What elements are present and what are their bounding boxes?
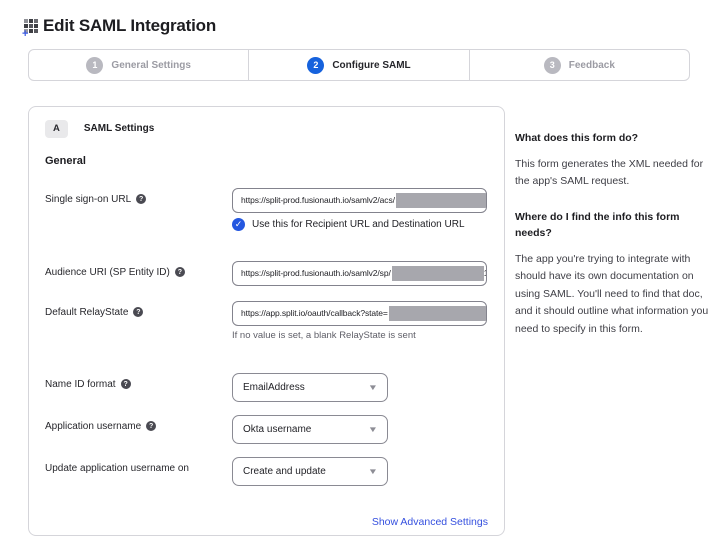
sidebar-question-2: Where do I find the info this form needs… <box>515 210 711 242</box>
app-grid-plus-icon: + <box>24 19 40 35</box>
sso-label-cell: Single sign-on URL ? <box>45 188 232 205</box>
redacted-value <box>392 266 484 281</box>
field-row-appusername: Application username ? Okta username ▼ <box>45 415 488 444</box>
section-badge: A <box>45 120 68 138</box>
audience-uri-value: https://split-prod.fusionauth.io/samlv2/… <box>241 268 391 278</box>
field-row-update-username: Update application username on Create an… <box>45 457 488 486</box>
update-username-control-cell: Create and update ▼ <box>232 457 488 486</box>
appusername-label-cell: Application username ? <box>45 415 232 432</box>
relaystate-label-cell: Default RelayState ? <box>45 301 232 318</box>
tab-general-settings[interactable]: 1 General Settings <box>29 50 248 80</box>
panel-title: SAML Settings <box>84 123 154 134</box>
help-icon[interactable]: ? <box>133 307 143 317</box>
tab-feedback[interactable]: 3 Feedback <box>469 50 689 80</box>
chevron-down-icon: ▼ <box>368 425 378 434</box>
update-username-selected-value: Create and update <box>243 466 326 477</box>
appusername-select[interactable]: Okta username ▼ <box>232 415 388 444</box>
update-username-label-cell: Update application username on <box>45 457 232 474</box>
redacted-value <box>389 306 487 321</box>
plus-glyph: + <box>22 29 28 40</box>
show-advanced-settings-link[interactable]: Show Advanced Settings <box>372 516 488 528</box>
recipient-url-checkbox[interactable]: ✓ <box>232 218 245 231</box>
recipient-url-check-label: Use this for Recipient URL and Destinati… <box>252 219 465 230</box>
saml-settings-panel: A SAML Settings General Single sign-on U… <box>28 106 505 536</box>
tab-configure-saml[interactable]: 2 Configure SAML <box>248 50 468 80</box>
field-row-sso: Single sign-on URL ? https://split-prod.… <box>45 188 488 231</box>
sso-label: Single sign-on URL <box>45 194 131 205</box>
page-title: Edit SAML Integration <box>43 16 216 36</box>
chevron-down-icon: ▼ <box>368 383 378 392</box>
sidebar-question-1: What does this form do? <box>515 131 711 147</box>
relaystate-hint: If no value is set, a blank RelayState i… <box>232 330 488 341</box>
redacted-value <box>396 193 486 208</box>
relaystate-value: https://app.split.io/oauth/callback?stat… <box>241 308 388 318</box>
audience-label: Audience URI (SP Entity ID) <box>45 267 170 278</box>
field-row-audience: Audience URI (SP Entity ID) ? https://sp… <box>45 261 488 286</box>
appusername-label: Application username <box>45 421 141 432</box>
step-3-label: Feedback <box>569 60 615 71</box>
advanced-settings-row: Show Advanced Settings <box>45 512 488 530</box>
help-icon[interactable]: ? <box>146 421 156 431</box>
relaystate-input[interactable]: https://app.split.io/oauth/callback?stat… <box>232 301 487 326</box>
recipient-url-check-row: ✓ Use this for Recipient URL and Destina… <box>232 218 488 231</box>
audience-control-cell: https://split-prod.fusionauth.io/samlv2/… <box>232 261 488 286</box>
step-3-number: 3 <box>544 57 561 74</box>
relaystate-control-cell: https://app.split.io/oauth/callback?stat… <box>232 301 488 341</box>
section-heading-general: General <box>45 155 488 167</box>
field-row-relaystate: Default RelayState ? https://app.split.i… <box>45 301 488 341</box>
step-1-label: General Settings <box>111 60 190 71</box>
step-1-number: 1 <box>86 57 103 74</box>
page-header: + Edit SAML Integration <box>0 0 717 36</box>
audience-uri-suffix: 1 <box>484 268 487 278</box>
sso-url-value: https://split-prod.fusionauth.io/samlv2/… <box>241 195 395 205</box>
step-2-label: Configure SAML <box>332 60 410 71</box>
step-2-number: 2 <box>307 57 324 74</box>
nameid-select[interactable]: EmailAddress ▼ <box>232 373 388 402</box>
update-username-label: Update application username on <box>45 463 189 474</box>
wizard-steps: 1 General Settings 2 Configure SAML 3 Fe… <box>28 49 690 81</box>
panel-header: A SAML Settings <box>45 120 488 138</box>
field-row-nameid: Name ID format ? EmailAddress ▼ <box>45 373 488 402</box>
audience-uri-input[interactable]: https://split-prod.fusionauth.io/samlv2/… <box>232 261 487 286</box>
help-sidebar: What does this form do? This form genera… <box>515 106 711 358</box>
appusername-control-cell: Okta username ▼ <box>232 415 488 444</box>
help-icon[interactable]: ? <box>136 194 146 204</box>
nameid-label: Name ID format <box>45 379 116 390</box>
help-icon[interactable]: ? <box>175 267 185 277</box>
sso-url-input[interactable]: https://split-prod.fusionauth.io/samlv2/… <box>232 188 487 213</box>
relaystate-label: Default RelayState <box>45 307 128 318</box>
sso-control-cell: https://split-prod.fusionauth.io/samlv2/… <box>232 188 488 231</box>
main-content: A SAML Settings General Single sign-on U… <box>28 106 717 536</box>
help-icon[interactable]: ? <box>121 379 131 389</box>
sidebar-answer-1: This form generates the XML needed for t… <box>515 156 711 191</box>
nameid-selected-value: EmailAddress <box>243 382 305 393</box>
nameid-control-cell: EmailAddress ▼ <box>232 373 488 402</box>
update-username-select[interactable]: Create and update ▼ <box>232 457 388 486</box>
audience-label-cell: Audience URI (SP Entity ID) ? <box>45 261 232 278</box>
nameid-label-cell: Name ID format ? <box>45 373 232 390</box>
chevron-down-icon: ▼ <box>368 467 378 476</box>
appusername-selected-value: Okta username <box>243 424 311 435</box>
sidebar-answer-2: The app you're trying to integrate with … <box>515 251 711 339</box>
